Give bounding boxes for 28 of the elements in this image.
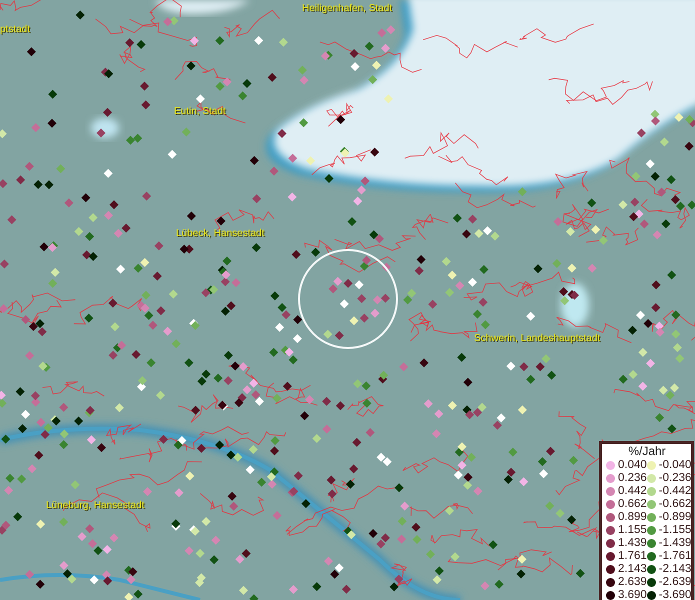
legend-value: 1.761: [618, 550, 647, 563]
place-label: Heiligenhafen, Stadt: [302, 3, 392, 15]
legend-value: -2.143: [658, 563, 692, 576]
legend-value: 0.899: [618, 511, 647, 524]
place-label: ptstadt: [0, 24, 30, 36]
legend-value: -2.639: [658, 576, 692, 589]
legend-value: -1.761: [658, 550, 692, 563]
legend-value: 1.439: [618, 537, 647, 550]
legend-value: 0.662: [618, 498, 647, 511]
legend-value: 2.143: [618, 563, 647, 576]
legend-title: %/Jahr: [627, 445, 667, 458]
place-label: Schwerin, Landeshauptstadt: [474, 333, 600, 345]
legend-value: -3.690: [658, 589, 692, 600]
legend-value: -0.899: [658, 511, 692, 524]
selection-circle[interactable]: [298, 249, 398, 349]
legend-value: -0.040: [658, 459, 692, 472]
legend-value: 3.690: [618, 589, 647, 600]
legend-value: 1.155: [618, 524, 647, 537]
legend-value: -1.155: [658, 524, 692, 537]
legend-value: 0.236: [618, 472, 647, 485]
legend-value: -0.442: [658, 485, 692, 498]
legend-value: -0.236: [658, 472, 692, 485]
legend-value: 0.442: [618, 485, 647, 498]
legend-value: -1.439: [658, 537, 692, 550]
legend-value: 2.639: [618, 576, 647, 589]
legend-value: 0.040: [618, 459, 647, 472]
place-label: Lübeck, Hansestadt: [176, 228, 264, 240]
legend-value: -0.662: [658, 498, 692, 511]
